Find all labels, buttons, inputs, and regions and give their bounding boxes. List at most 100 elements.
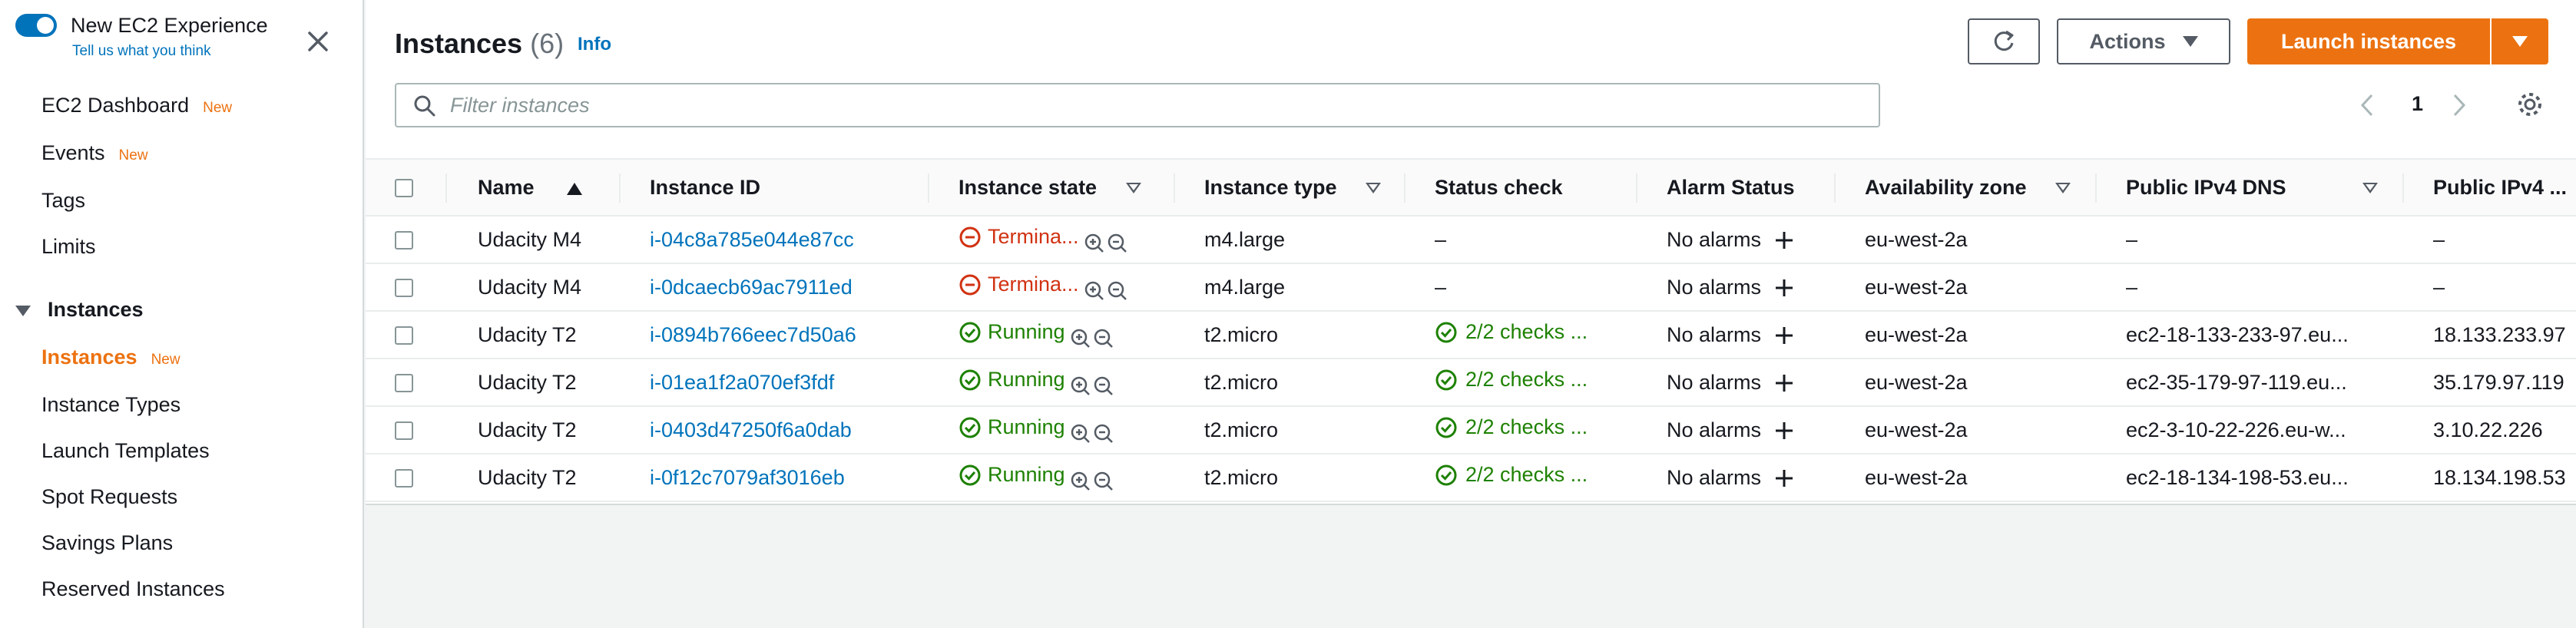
launch-dropdown-button[interactable] <box>2492 18 2548 64</box>
sidebar-item-instance-types[interactable]: Instance Types <box>41 393 180 417</box>
zoom-out-icon[interactable] <box>1093 471 1114 492</box>
select-all-checkbox[interactable] <box>395 179 413 198</box>
row-checkbox[interactable] <box>395 231 413 250</box>
page-title: Instances (6) <box>395 28 564 60</box>
add-alarm-icon[interactable] <box>1773 420 1795 441</box>
zoom-in-icon[interactable] <box>1084 280 1105 302</box>
column-public-ipv4-dns[interactable]: Public IPv4 DNS <box>2097 158 2404 216</box>
row-checkbox[interactable] <box>395 469 413 488</box>
zoom-out-icon[interactable] <box>1093 423 1114 445</box>
sort-icon[interactable] <box>1366 183 1381 193</box>
sidebar-item-instances[interactable]: Instances New <box>41 345 180 369</box>
sort-icon[interactable] <box>2055 183 2071 193</box>
zoom-out-icon[interactable] <box>1093 328 1114 349</box>
column-instance-id[interactable]: Instance ID <box>621 158 929 216</box>
zoom-in-icon[interactable] <box>1070 328 1091 349</box>
column-instance-type[interactable]: Instance type <box>1175 158 1406 216</box>
table-row[interactable]: Udacity M4 i-0dcaecb69ac7911ed Termina... m… <box>366 263 2576 312</box>
zoom-out-icon[interactable] <box>1107 280 1128 302</box>
status-check[interactable]: 2/2 checks ... <box>1435 463 1588 487</box>
status-check[interactable]: 2/2 checks ... <box>1435 415 1588 439</box>
status-check[interactable]: 2/2 checks ... <box>1435 320 1588 344</box>
row-checkbox[interactable] <box>395 279 413 298</box>
sidebar-item-tags[interactable]: Tags <box>41 189 85 213</box>
sidebar-item-savings-plans[interactable]: Savings Plans <box>41 531 173 555</box>
zoom-out-icon[interactable] <box>1093 375 1114 397</box>
availability-zone: eu-west-2a <box>1836 454 2097 502</box>
sidebar-item-launch-templates[interactable]: Launch Templates <box>41 439 210 463</box>
add-alarm-icon[interactable] <box>1773 372 1795 394</box>
chevron-left-icon[interactable] <box>2358 92 2376 118</box>
public-ipv4-dns: ec2-18-133-233-97.eu... <box>2097 311 2404 359</box>
sidebar-item-spot-requests[interactable]: Spot Requests <box>41 485 177 509</box>
table-row[interactable]: Udacity T2 i-0403d47250f6a0dab Running t2.m… <box>366 406 2576 454</box>
instance-id-link[interactable]: i-0894b766eec7d50a6 <box>621 311 929 359</box>
row-checkbox[interactable] <box>395 326 413 345</box>
search-box[interactable] <box>395 83 1880 127</box>
table-row[interactable]: Udacity M4 i-04c8a785e044e87cc Termina... m… <box>366 216 2576 264</box>
sidebar-item-events[interactable]: Events New <box>41 141 148 165</box>
instance-state: Running <box>959 320 1065 344</box>
add-alarm-icon[interactable] <box>1773 230 1795 251</box>
search-input[interactable] <box>450 91 1863 120</box>
launch-instances-button[interactable]: Launch instances <box>2247 18 2490 64</box>
zoom-in-icon[interactable] <box>1084 233 1105 254</box>
column-label: Status check <box>1435 175 1563 199</box>
chevron-right-icon[interactable] <box>2450 92 2468 118</box>
sidebar-item-label: EC2 Dashboard <box>41 94 190 117</box>
status-check-text: 2/2 checks ... <box>1465 320 1588 344</box>
sort-ascending-icon[interactable] <box>567 183 582 195</box>
zoom-out-icon[interactable] <box>1107 233 1128 254</box>
sidebar-item-label: Instances <box>41 345 137 369</box>
instance-id-link[interactable]: i-0403d47250f6a0dab <box>621 406 929 454</box>
sort-icon[interactable] <box>1126 183 1141 193</box>
column-instance-state[interactable]: Instance state <box>929 158 1175 216</box>
table-row[interactable]: Udacity T2 i-0894b766eec7d50a6 Running t2.m… <box>366 311 2576 359</box>
add-alarm-icon[interactable] <box>1773 277 1795 299</box>
column-name[interactable]: Name <box>447 158 621 216</box>
sort-icon[interactable] <box>2362 183 2378 193</box>
instance-id-link[interactable]: i-04c8a785e044e87cc <box>621 216 929 264</box>
zoom-in-icon[interactable] <box>1070 423 1091 445</box>
row-checkbox[interactable] <box>395 374 413 393</box>
sidebar-item-reserved-instances[interactable]: Reserved Instances <box>41 577 225 601</box>
status-check-text: – <box>1435 275 1447 299</box>
alarm-status-cell: No alarms <box>1637 216 1836 264</box>
new-experience-toggle[interactable] <box>15 14 57 37</box>
column-alarm-status[interactable]: Alarm Status <box>1637 158 1836 216</box>
column-availability-zone[interactable]: Availability zone <box>1836 158 2097 216</box>
add-alarm-icon[interactable] <box>1773 468 1795 489</box>
new-experience-title: New EC2 Experience <box>71 14 268 37</box>
table-row[interactable]: Udacity T2 i-0f12c7079af3016eb Running t2.m… <box>366 454 2576 502</box>
info-link[interactable]: Info <box>578 34 611 55</box>
instance-id-link[interactable]: i-0f12c7079af3016eb <box>621 454 929 502</box>
launch-instances-label: Launch instances <box>2280 29 2457 53</box>
page-number[interactable]: 1 <box>2412 92 2423 116</box>
column-status-check[interactable]: Status check <box>1406 158 1637 216</box>
instance-state: Running <box>959 415 1065 439</box>
instance-id-link[interactable]: i-0dcaecb69ac7911ed <box>621 263 929 312</box>
status-check[interactable]: 2/2 checks ... <box>1435 368 1588 392</box>
zoom-in-icon[interactable] <box>1070 471 1091 492</box>
row-select-cell <box>366 406 447 454</box>
toggle-knob <box>37 17 54 34</box>
sidebar-section-instances[interactable]: Instances <box>15 298 144 322</box>
sidebar-item-label: Spot Requests <box>41 485 178 508</box>
sidebar-item-ec2-dashboard[interactable]: EC2 Dashboard New <box>41 94 232 117</box>
feedback-link[interactable]: Tell us what you think <box>72 43 211 60</box>
column-public-ipv4[interactable]: Public IPv4 ... <box>2404 158 2576 216</box>
zoom-in-icon[interactable] <box>1070 375 1091 397</box>
gear-icon[interactable] <box>2516 91 2544 118</box>
table-header-row: Name Instance ID Instance state Instance… <box>366 158 2576 216</box>
instance-state-text: Running <box>988 368 1065 392</box>
instance-id-link[interactable]: i-01ea1f2a070ef3fdf <box>621 359 929 407</box>
sidebar-item-limits[interactable]: Limits <box>41 235 96 259</box>
table-row[interactable]: Udacity T2 i-01ea1f2a070ef3fdf Running t2.m… <box>366 359 2576 407</box>
add-alarm-icon[interactable] <box>1773 325 1795 346</box>
check-circle-icon <box>959 322 981 343</box>
refresh-button[interactable] <box>1968 18 2040 64</box>
actions-button[interactable]: Actions <box>2057 18 2230 64</box>
close-icon[interactable] <box>303 26 333 57</box>
row-checkbox[interactable] <box>395 421 413 441</box>
zoom-controls <box>1070 423 1114 445</box>
